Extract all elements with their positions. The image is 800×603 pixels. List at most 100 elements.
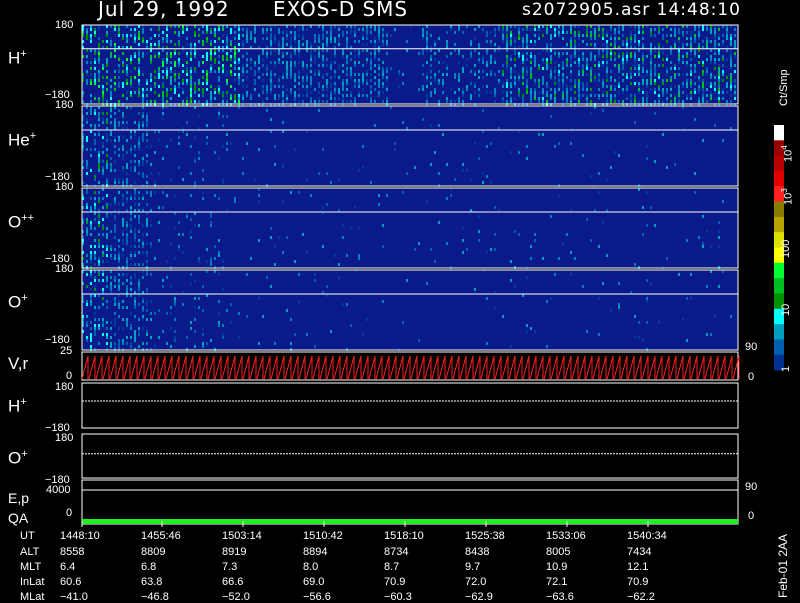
spectrogram-cell bbox=[702, 61, 704, 64]
spectrogram-cell bbox=[562, 88, 564, 91]
spectrogram-cell bbox=[194, 157, 196, 160]
spectrogram-cell bbox=[282, 37, 284, 40]
spectrogram-cell bbox=[402, 191, 404, 194]
spectrogram-cell bbox=[138, 142, 140, 145]
spectrogram-cell bbox=[698, 85, 700, 88]
spectrogram-cell bbox=[102, 245, 104, 248]
spectrogram-cell bbox=[242, 55, 244, 58]
spectrogram-cell bbox=[366, 82, 368, 85]
ep-panel-frame bbox=[81, 479, 739, 525]
spectrogram-cell bbox=[458, 52, 460, 55]
spectrogram-cell bbox=[430, 64, 432, 67]
spectrogram-cell bbox=[130, 342, 132, 345]
spectrogram-cell bbox=[550, 58, 552, 61]
spectrogram-cell bbox=[354, 55, 356, 58]
spectrogram-cell bbox=[334, 91, 336, 94]
spectrogram-cell bbox=[142, 318, 144, 321]
spectrogram-cell bbox=[246, 76, 248, 79]
spectrogram-cell bbox=[642, 88, 644, 91]
spectrogram-cell bbox=[678, 58, 680, 61]
spectrogram-cell bbox=[730, 94, 732, 97]
spectrogram-cell bbox=[702, 73, 704, 76]
spectrogram-cell bbox=[242, 79, 244, 82]
spectrogram-cell bbox=[674, 100, 676, 103]
spectrogram-cell bbox=[262, 315, 264, 318]
spectrogram-cell bbox=[226, 142, 228, 145]
spectrogram-cell bbox=[706, 43, 708, 46]
spectrogram-cell bbox=[494, 43, 496, 46]
spectrogram-cell bbox=[134, 191, 136, 194]
spectrogram-cell bbox=[594, 79, 596, 82]
spectrogram-cell bbox=[274, 64, 276, 67]
spectrogram-cell bbox=[306, 333, 308, 336]
spectrogram-cell bbox=[118, 136, 120, 139]
spectrogram-cell bbox=[98, 233, 100, 236]
row-label-alt: ALT bbox=[20, 546, 40, 558]
spectrogram-cell bbox=[570, 100, 572, 103]
spectrogram-cell bbox=[638, 40, 640, 43]
spectrogram-cell bbox=[710, 245, 712, 248]
spectrogram-cell bbox=[422, 88, 424, 91]
spectrogram-cell bbox=[146, 260, 148, 263]
spectrogram-cell bbox=[110, 109, 112, 112]
spectrogram-cell bbox=[190, 273, 192, 276]
spectrogram-cell bbox=[242, 97, 244, 100]
spectrogram-cell bbox=[542, 88, 544, 91]
spectrogram-cell bbox=[662, 100, 664, 103]
spectrogram-cell bbox=[222, 260, 224, 263]
spectrogram-cell bbox=[726, 34, 728, 37]
spectrogram-cell bbox=[518, 37, 520, 40]
spectrogram-cell bbox=[170, 242, 172, 245]
spectrogram-cell bbox=[374, 40, 376, 43]
spectrogram-cell bbox=[218, 76, 220, 79]
spectrogram-cell bbox=[322, 85, 324, 88]
spectrogram-cell bbox=[138, 79, 140, 82]
spectrogram-cell bbox=[306, 73, 308, 76]
spectrogram-cell bbox=[394, 142, 396, 145]
spectrogram-cell bbox=[590, 70, 592, 73]
spectrogram-cell bbox=[634, 67, 636, 70]
spectrogram-cell bbox=[158, 40, 160, 43]
spectrogram-cell bbox=[594, 58, 596, 61]
spectrogram-cell bbox=[86, 260, 88, 263]
spectrogram-cell bbox=[94, 52, 96, 55]
spectrogram-cell bbox=[706, 94, 708, 97]
spectrogram-cell bbox=[550, 73, 552, 76]
spectrogram-cell bbox=[86, 191, 88, 194]
spectrogram-cell bbox=[702, 139, 704, 142]
spectrogram-cell bbox=[582, 40, 584, 43]
spectrogram-cell bbox=[102, 91, 104, 94]
spectrogram-cell bbox=[614, 55, 616, 58]
spectrogram-cell bbox=[494, 100, 496, 103]
spectrogram-cell bbox=[146, 330, 148, 333]
spectrogram-cell bbox=[678, 94, 680, 97]
spectrogram-cell bbox=[238, 312, 240, 315]
spectrogram-cell bbox=[614, 31, 616, 34]
spectrogram-cell bbox=[470, 94, 472, 97]
spectrogram-cell bbox=[502, 70, 504, 73]
spectrogram-cell bbox=[330, 94, 332, 97]
spectrogram-cell bbox=[210, 31, 212, 34]
spectrogram-cell bbox=[478, 43, 480, 46]
spectrogram-cell bbox=[174, 52, 176, 55]
spectrogram-cell bbox=[466, 58, 468, 61]
table-cell: 72.1 bbox=[546, 576, 568, 588]
spectrogram-cell bbox=[578, 94, 580, 97]
spectrogram-cell bbox=[526, 43, 528, 46]
spectrogram-cell bbox=[542, 49, 544, 52]
spectrogram-cell bbox=[354, 49, 356, 52]
spectrogram-cell bbox=[158, 309, 160, 312]
spectrogram-cell bbox=[126, 200, 128, 203]
spectrogram-cell bbox=[86, 172, 88, 175]
spectrogram-cell bbox=[142, 37, 144, 40]
colorbar-tick-1: 1 bbox=[780, 365, 792, 372]
table-cell: 8005 bbox=[546, 546, 571, 558]
spectrogram-cell bbox=[118, 139, 120, 142]
spectrogram-cell bbox=[190, 91, 192, 94]
spectrogram-cell bbox=[94, 312, 96, 315]
spectrogram-cell bbox=[542, 58, 544, 61]
spectrogram-cell bbox=[322, 206, 324, 209]
spectrogram-cell bbox=[98, 242, 100, 245]
spectrogram-cell bbox=[102, 112, 104, 115]
spectrogram-cell bbox=[146, 79, 148, 82]
